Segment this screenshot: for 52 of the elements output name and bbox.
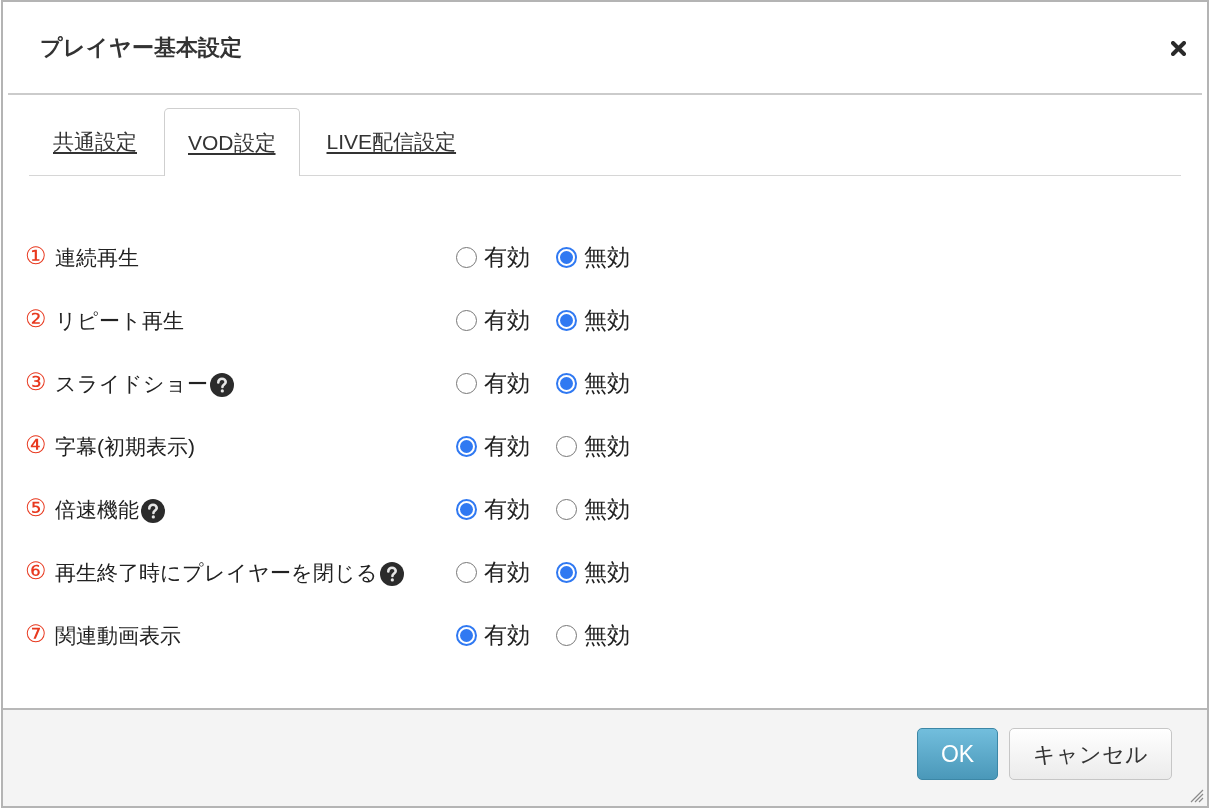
step-number: ② (25, 306, 48, 331)
tab[interactable]: 共通設定 (29, 108, 161, 175)
radio-label[interactable]: 無効 (584, 303, 630, 338)
radio-label[interactable]: 有効 (484, 429, 530, 464)
step-number: ① (25, 243, 48, 268)
radio-button[interactable] (456, 373, 477, 394)
step-number: ④ (25, 432, 48, 457)
step-number: ③ (25, 369, 48, 394)
resize-grip-icon[interactable] (1190, 789, 1204, 803)
radio-label[interactable]: 有効 (484, 555, 530, 590)
help-icon[interactable] (380, 562, 404, 586)
radio-button[interactable] (556, 373, 577, 394)
radio-label[interactable]: 無効 (584, 429, 630, 464)
radio-button[interactable] (456, 499, 477, 520)
radio-label[interactable]: 有効 (484, 366, 530, 401)
dialog-title: プレイヤー基本設定 (40, 34, 242, 62)
radio-button[interactable] (456, 436, 477, 457)
setting-label: リピート再生 (55, 307, 184, 334)
cancel-button[interactable]: キャンセル (1009, 728, 1172, 780)
tab[interactable]: LIVE配信設定 (302, 108, 481, 175)
radio-label[interactable]: 有効 (484, 618, 530, 653)
step-number: ⑤ (25, 495, 48, 520)
step-number: ⑥ (25, 558, 48, 583)
radio-button[interactable] (556, 247, 577, 268)
radio-label[interactable]: 有効 (484, 492, 530, 527)
setting-label: 再生終了時にプレイヤーを閉じる (55, 559, 378, 586)
help-icon[interactable] (210, 373, 234, 397)
setting-label: 倍速機能 (55, 496, 139, 523)
setting-label: 連続再生 (55, 244, 139, 271)
tab[interactable]: VOD設定 (164, 108, 300, 176)
help-icon[interactable] (141, 499, 165, 523)
radio-label[interactable]: 無効 (584, 240, 630, 275)
radio-label[interactable]: 無効 (584, 366, 630, 401)
setting-label: 関連動画表示 (55, 622, 181, 649)
radio-button[interactable] (556, 436, 577, 457)
radio-label[interactable]: 有効 (484, 240, 530, 275)
setting-label: 字幕(初期表示) (55, 433, 195, 460)
radio-label[interactable]: 無効 (584, 555, 630, 590)
setting-label: スライドショー (55, 370, 208, 397)
step-number: ⑦ (25, 621, 48, 646)
close-icon[interactable] (1171, 41, 1186, 56)
radio-button[interactable] (556, 562, 577, 583)
radio-button[interactable] (456, 625, 477, 646)
radio-button[interactable] (556, 310, 577, 331)
radio-button[interactable] (556, 499, 577, 520)
radio-label[interactable]: 無効 (584, 618, 630, 653)
radio-button[interactable] (456, 562, 477, 583)
radio-label[interactable]: 無効 (584, 492, 630, 527)
radio-button[interactable] (456, 247, 477, 268)
radio-button[interactable] (456, 310, 477, 331)
radio-button[interactable] (556, 625, 577, 646)
radio-label[interactable]: 有効 (484, 303, 530, 338)
